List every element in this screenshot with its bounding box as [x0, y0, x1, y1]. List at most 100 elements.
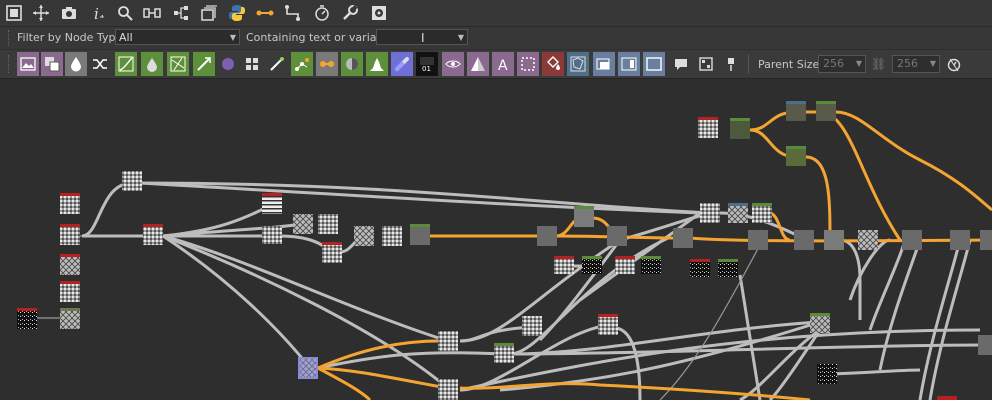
blend-circle-icon[interactable] [217, 52, 239, 76]
fx-map-icon[interactable] [266, 52, 288, 76]
graph-node[interactable] [748, 230, 768, 250]
display-icon[interactable] [368, 2, 390, 24]
text-icon[interactable]: A [492, 52, 514, 76]
route-icon[interactable] [282, 2, 304, 24]
pin-icon[interactable] [720, 52, 742, 76]
graph-node[interactable] [786, 101, 806, 121]
graph-node[interactable] [262, 226, 282, 244]
graph-node[interactable] [810, 313, 830, 333]
warp-icon[interactable] [167, 52, 189, 76]
graph-node[interactable] [673, 228, 693, 248]
frame-icon[interactable] [695, 52, 717, 76]
image-input-icon[interactable] [17, 52, 39, 76]
center-view-icon[interactable] [30, 2, 52, 24]
graph-node[interactable] [438, 331, 458, 351]
search-icon[interactable] [114, 2, 136, 24]
graph-node[interactable] [950, 230, 970, 250]
uniform-color-icon[interactable] [41, 52, 63, 76]
graph-node[interactable] [60, 308, 80, 329]
text-filter-input[interactable]: I ▼ [376, 29, 468, 45]
graph-node[interactable] [786, 146, 806, 166]
sphere-icon[interactable] [341, 52, 363, 76]
wrench-icon[interactable] [339, 2, 361, 24]
link-icon[interactable] [141, 2, 163, 24]
graph-node[interactable] [17, 308, 37, 329]
comment-icon[interactable] [670, 52, 692, 76]
graph-node[interactable] [752, 203, 772, 223]
graph-node[interactable] [824, 230, 844, 250]
graph-node[interactable] [615, 256, 635, 274]
hsl-icon[interactable] [391, 52, 413, 76]
graph-node[interactable] [60, 254, 80, 275]
graph-node[interactable] [598, 314, 618, 335]
graph-node[interactable] [978, 335, 992, 355]
pixel-processor-icon[interactable] [291, 52, 313, 76]
value-processor-icon[interactable] [316, 52, 338, 76]
blur-icon[interactable] [442, 52, 464, 76]
link-ratio-icon[interactable]: ⛓ [871, 57, 886, 71]
crop-icon[interactable] [517, 52, 539, 76]
graph-node[interactable] [293, 214, 313, 234]
graph-node[interactable] [262, 193, 282, 214]
normal-icon[interactable] [593, 52, 615, 76]
graph-node[interactable] [816, 101, 836, 121]
graph-node[interactable] [980, 230, 992, 250]
ambient-icon[interactable] [618, 52, 640, 76]
graph-node[interactable] [60, 281, 80, 302]
info-icon[interactable]: i [87, 2, 109, 24]
graph-node[interactable] [438, 379, 458, 400]
graph-node[interactable] [937, 396, 957, 400]
graph-node[interactable] [322, 242, 342, 263]
graph-node[interactable] [318, 214, 338, 234]
graph-node[interactable] [728, 203, 748, 223]
connection-orange-icon[interactable] [254, 2, 276, 24]
graph-node[interactable] [60, 224, 80, 245]
graph-node[interactable] [522, 316, 542, 336]
graph-node[interactable] [143, 224, 163, 245]
graph-node[interactable] [382, 226, 402, 246]
sharpen-icon[interactable] [467, 52, 489, 76]
levels-icon[interactable] [141, 52, 163, 76]
hierarchy-icon[interactable] [170, 2, 192, 24]
graph-node[interactable] [582, 256, 602, 274]
graph-node[interactable] [641, 256, 661, 274]
shuffle-icon[interactable] [89, 52, 111, 76]
curve-icon[interactable] [115, 52, 137, 76]
snapshot-icon[interactable] [58, 2, 80, 24]
parent-size-width-select[interactable]: 256 ▼ [818, 55, 866, 73]
graph-node[interactable] [574, 206, 594, 227]
graph-node[interactable] [817, 364, 837, 384]
python-icon[interactable] [226, 2, 248, 24]
output-icon[interactable] [643, 52, 665, 76]
histogram-icon[interactable] [366, 52, 388, 76]
layers-icon[interactable] [197, 2, 219, 24]
timer-icon[interactable] [311, 2, 333, 24]
node-type-select[interactable]: All ▼ [115, 29, 240, 45]
graph-node[interactable] [700, 203, 720, 223]
graph-node[interactable] [794, 230, 814, 250]
bitmap-01-icon[interactable]: 01 [416, 52, 438, 76]
graph-node[interactable] [690, 259, 710, 277]
tile-grid-icon[interactable] [241, 52, 263, 76]
graph-node[interactable] [730, 118, 750, 139]
graph-node[interactable] [494, 343, 514, 363]
fill-icon[interactable] [542, 52, 564, 76]
graph-node[interactable] [410, 224, 430, 245]
graph-node[interactable] [554, 256, 574, 274]
graph-node[interactable] [858, 230, 878, 250]
graph-node[interactable] [298, 357, 318, 379]
graph-node[interactable] [902, 230, 922, 250]
gradient-icon[interactable] [65, 52, 87, 76]
graph-node[interactable] [60, 193, 80, 214]
node-graph-canvas[interactable] [0, 79, 992, 400]
graph-node[interactable] [354, 226, 374, 246]
graph-node[interactable] [718, 259, 738, 277]
frame-all-icon[interactable] [3, 2, 25, 24]
graph-node[interactable] [698, 117, 718, 138]
graph-node[interactable] [122, 171, 142, 191]
parent-size-height-select[interactable]: 256 ▼ [892, 55, 940, 73]
transform-icon[interactable] [193, 52, 215, 76]
graph-node[interactable] [607, 226, 627, 246]
graph-node[interactable] [537, 226, 557, 246]
distance-icon[interactable] [567, 52, 589, 76]
